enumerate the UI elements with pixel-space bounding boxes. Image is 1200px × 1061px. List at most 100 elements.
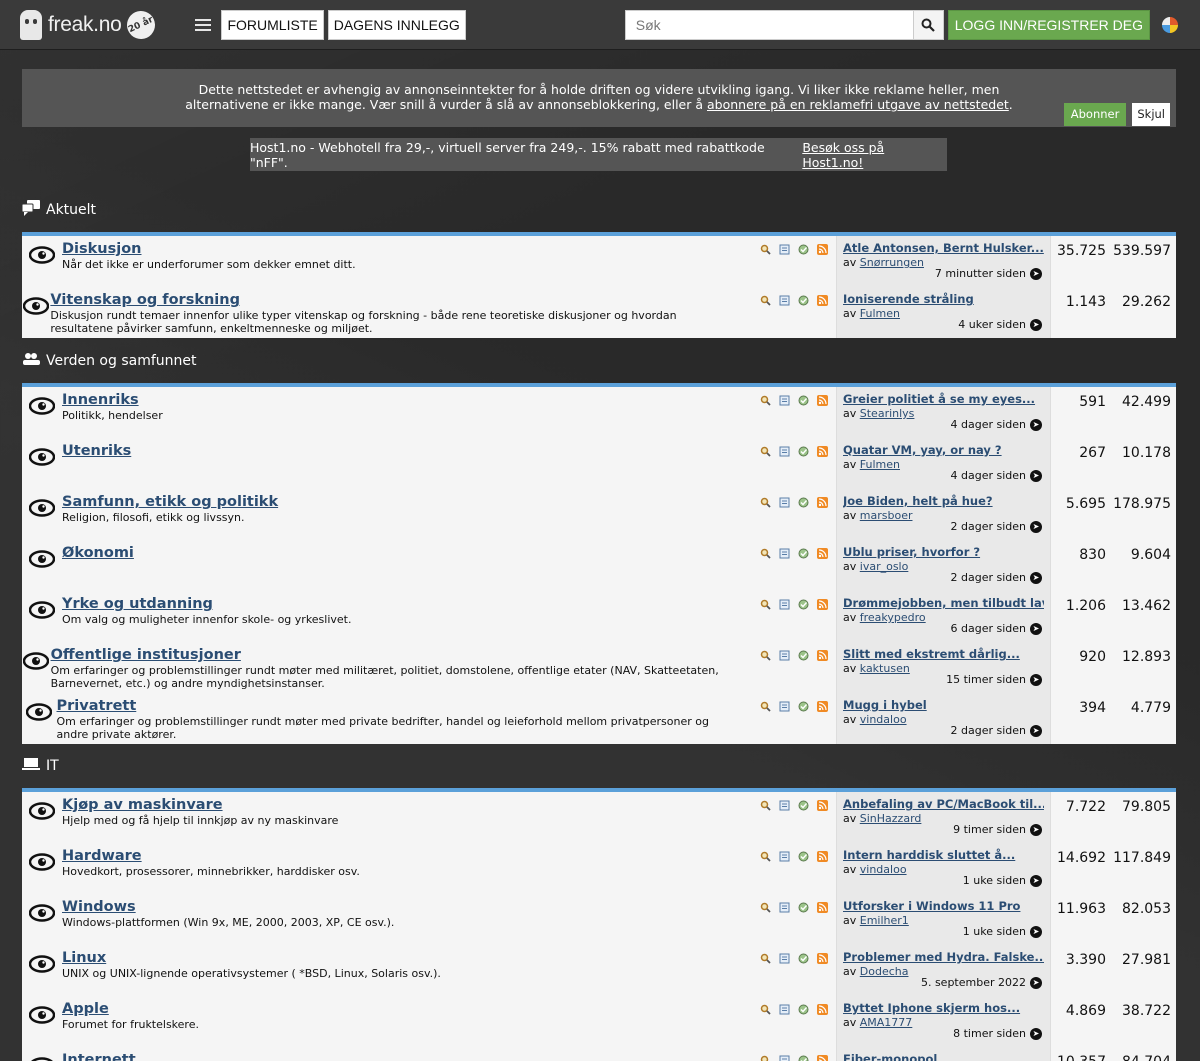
mark-read-icon[interactable] [798, 851, 809, 862]
mark-read-icon[interactable] [798, 1055, 809, 1061]
go-to-post-icon[interactable]: ➤ [1030, 823, 1042, 836]
search-button[interactable] [913, 9, 944, 40]
author-link[interactable]: ivar_oslo [860, 560, 909, 573]
new-posts-icon[interactable] [779, 599, 790, 610]
go-to-post-icon[interactable]: ➤ [1030, 318, 1042, 331]
subscribe-button[interactable]: Abonner [1063, 103, 1127, 126]
go-to-post-icon[interactable]: ➤ [1030, 622, 1042, 635]
new-posts-icon[interactable] [779, 446, 790, 457]
last-post-title-link[interactable]: Greier politiet å se my eyes... [843, 392, 1044, 406]
forum-title-link[interactable]: Windows [62, 899, 136, 915]
forum-title-link[interactable]: Offentlige institusjoner [51, 647, 241, 663]
author-link[interactable]: AMA1777 [860, 1016, 913, 1029]
login-register-button[interactable]: LOGG INN/REGISTRER DEG [947, 9, 1150, 40]
last-post-title-link[interactable]: Mugg i hybel [843, 698, 1044, 712]
mark-read-icon[interactable] [798, 1004, 809, 1015]
eye-icon[interactable] [22, 843, 62, 894]
eye-icon[interactable] [22, 438, 62, 489]
rss-icon[interactable] [817, 701, 828, 712]
eye-icon[interactable] [22, 996, 62, 1047]
rss-icon[interactable] [817, 851, 828, 862]
last-post-title-link[interactable]: Quatar VM, yay, or nay ? [843, 443, 1044, 457]
ad-link[interactable]: Besøk oss på Host1.no! [802, 140, 947, 170]
author-link[interactable]: SinHazzard [860, 812, 922, 825]
eye-icon[interactable] [22, 387, 62, 438]
author-link[interactable]: freakypedro [860, 611, 926, 624]
last-post-title-link[interactable]: Ioniserende stråling [843, 292, 1044, 306]
author-link[interactable]: vindaloo [860, 863, 907, 876]
forum-title-link[interactable]: Innenriks [62, 392, 139, 408]
eye-icon[interactable] [22, 894, 62, 945]
forum-title-link[interactable]: Internett [62, 1052, 136, 1061]
search-forum-icon[interactable] [760, 1055, 771, 1061]
last-post-title-link[interactable]: Ublu priser, hvorfor ? [843, 545, 1044, 559]
new-posts-icon[interactable] [779, 701, 790, 712]
forum-title-link[interactable]: Yrke og utdanning [62, 596, 213, 612]
rss-icon[interactable] [817, 1004, 828, 1015]
author-link[interactable]: vindaloo [860, 713, 907, 726]
eye-icon[interactable] [22, 792, 62, 843]
mark-read-icon[interactable] [798, 650, 809, 661]
author-link[interactable]: kaktusen [860, 662, 910, 675]
forum-title-link[interactable]: Vitenskap og forskning [50, 292, 240, 308]
mark-read-icon[interactable] [798, 446, 809, 457]
author-link[interactable]: marsboer [860, 509, 913, 522]
mark-read-icon[interactable] [798, 395, 809, 406]
search-forum-icon[interactable] [760, 599, 771, 610]
last-post-title-link[interactable]: Atle Antonsen, Bernt Hulsker... [843, 241, 1044, 255]
site-logo[interactable]: freak.no 20 år [20, 5, 161, 44]
mark-read-icon[interactable] [798, 599, 809, 610]
go-to-post-icon[interactable]: ➤ [1030, 673, 1042, 686]
rss-icon[interactable] [817, 497, 828, 508]
mark-read-icon[interactable] [798, 244, 809, 255]
go-to-post-icon[interactable]: ➤ [1030, 724, 1042, 737]
go-to-post-icon[interactable]: ➤ [1030, 418, 1042, 431]
rss-icon[interactable] [817, 548, 828, 559]
new-posts-icon[interactable] [779, 800, 790, 811]
go-to-post-icon[interactable]: ➤ [1030, 571, 1042, 584]
author-link[interactable]: Dodecha [860, 965, 909, 978]
eye-icon[interactable] [22, 642, 51, 693]
eye-icon[interactable] [22, 693, 57, 744]
search-forum-icon[interactable] [760, 851, 771, 862]
last-post-title-link[interactable]: Slitt med ekstremt dårlig... [843, 647, 1044, 661]
mark-read-icon[interactable] [798, 701, 809, 712]
forum-title-link[interactable]: Utenriks [62, 443, 131, 459]
forum-title-link[interactable]: Kjøp av maskinvare [62, 797, 223, 813]
search-forum-icon[interactable] [760, 244, 771, 255]
go-to-post-icon[interactable]: ➤ [1030, 925, 1042, 938]
last-post-title-link[interactable]: Joe Biden, helt på hue? [843, 494, 1044, 508]
new-posts-icon[interactable] [779, 953, 790, 964]
author-link[interactable]: Snørrungen [860, 256, 924, 269]
search-forum-icon[interactable] [760, 446, 771, 457]
rss-icon[interactable] [817, 953, 828, 964]
rss-icon[interactable] [817, 599, 828, 610]
new-posts-icon[interactable] [779, 395, 790, 406]
search-forum-icon[interactable] [760, 953, 771, 964]
last-post-title-link[interactable]: Fiber-monopol [843, 1052, 1044, 1061]
search-forum-icon[interactable] [760, 548, 771, 559]
mark-read-icon[interactable] [798, 902, 809, 913]
forum-title-link[interactable]: Linux [62, 950, 106, 966]
new-posts-icon[interactable] [779, 295, 790, 306]
forum-title-link[interactable]: Privatrett [57, 698, 137, 714]
nav-forumliste[interactable]: FORUMLISTE [221, 9, 324, 40]
eye-icon[interactable] [22, 591, 62, 642]
search-forum-icon[interactable] [760, 497, 771, 508]
forum-title-link[interactable]: Hardware [62, 848, 142, 864]
author-link[interactable]: Emilher1 [860, 914, 909, 927]
go-to-post-icon[interactable]: ➤ [1030, 520, 1042, 533]
mark-read-icon[interactable] [798, 548, 809, 559]
search-forum-icon[interactable] [760, 395, 771, 406]
rss-icon[interactable] [817, 902, 828, 913]
search-forum-icon[interactable] [760, 800, 771, 811]
mark-read-icon[interactable] [798, 800, 809, 811]
eye-icon[interactable] [22, 540, 62, 591]
last-post-title-link[interactable]: Utforsker i Windows 11 Pro [843, 899, 1044, 913]
forum-title-link[interactable]: Økonomi [62, 545, 134, 561]
go-to-post-icon[interactable]: ➤ [1030, 469, 1042, 482]
search-input[interactable] [624, 9, 914, 40]
author-link[interactable]: Fulmen [860, 307, 900, 320]
eye-icon[interactable] [22, 945, 62, 996]
search-forum-icon[interactable] [760, 650, 771, 661]
